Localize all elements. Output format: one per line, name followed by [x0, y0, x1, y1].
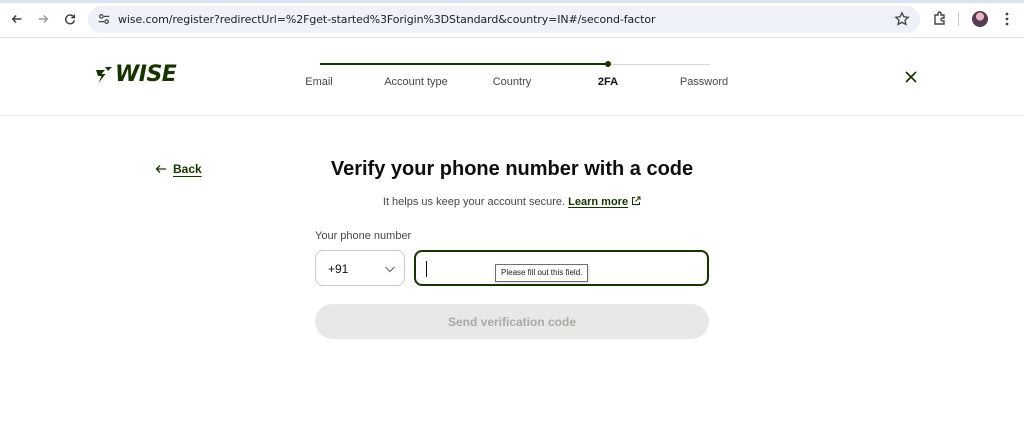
back-arrow-icon[interactable]	[7, 9, 27, 29]
browser-toolbar: wise.com/register?redirectUrl=%2Fget-sta…	[0, 0, 1024, 38]
forward-arrow-icon[interactable]	[33, 9, 53, 29]
wise-flag-icon	[96, 67, 112, 83]
chevron-down-icon	[385, 266, 395, 273]
subtitle-text: It helps us keep your account secure.	[382, 196, 566, 208]
country-code-value: +91	[328, 262, 349, 276]
country-code-select[interactable]: +91	[315, 250, 405, 286]
step-email: Email	[305, 76, 333, 88]
site-settings-icon[interactable]	[97, 12, 111, 26]
send-verification-code-button[interactable]: Send verification code	[315, 304, 709, 339]
phone-number-label: Your phone number	[315, 230, 412, 242]
step-2fa: 2FA	[597, 76, 619, 88]
wise-logo[interactable]: WISE	[95, 62, 177, 87]
profile-avatar[interactable]	[972, 11, 988, 27]
close-icon[interactable]	[903, 69, 919, 85]
reload-icon[interactable]	[60, 9, 80, 29]
page-subtitle: It helps us keep your account secure. Le…	[0, 196, 1024, 208]
bookmark-star-icon[interactable]	[894, 11, 910, 27]
menu-kebab-icon[interactable]	[999, 9, 1015, 29]
progress-fill	[320, 63, 608, 65]
text-caret	[426, 261, 427, 277]
page-title: Verify your phone number with a code	[330, 158, 694, 180]
learn-more-link[interactable]: Learn more	[568, 196, 628, 208]
address-bar[interactable]: wise.com/register?redirectUrl=%2Fget-sta…	[88, 6, 920, 33]
extensions-icon[interactable]	[932, 10, 948, 26]
toolbar-divider	[958, 12, 959, 26]
step-account-type: Account type	[384, 76, 448, 88]
validation-tooltip: Please fill out this field.	[495, 264, 589, 282]
step-country: Country	[492, 76, 532, 88]
progress-current-dot	[605, 61, 611, 67]
url-text[interactable]: wise.com/register?redirectUrl=%2Fget-sta…	[118, 13, 655, 26]
signup-progress-stepper: Email Account type Country 2FA Password	[300, 38, 740, 116]
logo-text: WISE	[115, 62, 177, 87]
step-password: Password	[679, 76, 729, 88]
tab-strip-edge	[0, 0, 1024, 3]
external-link-icon[interactable]	[631, 196, 641, 206]
site-header: WISE Email Account type Country 2FA Pass…	[0, 38, 1024, 116]
